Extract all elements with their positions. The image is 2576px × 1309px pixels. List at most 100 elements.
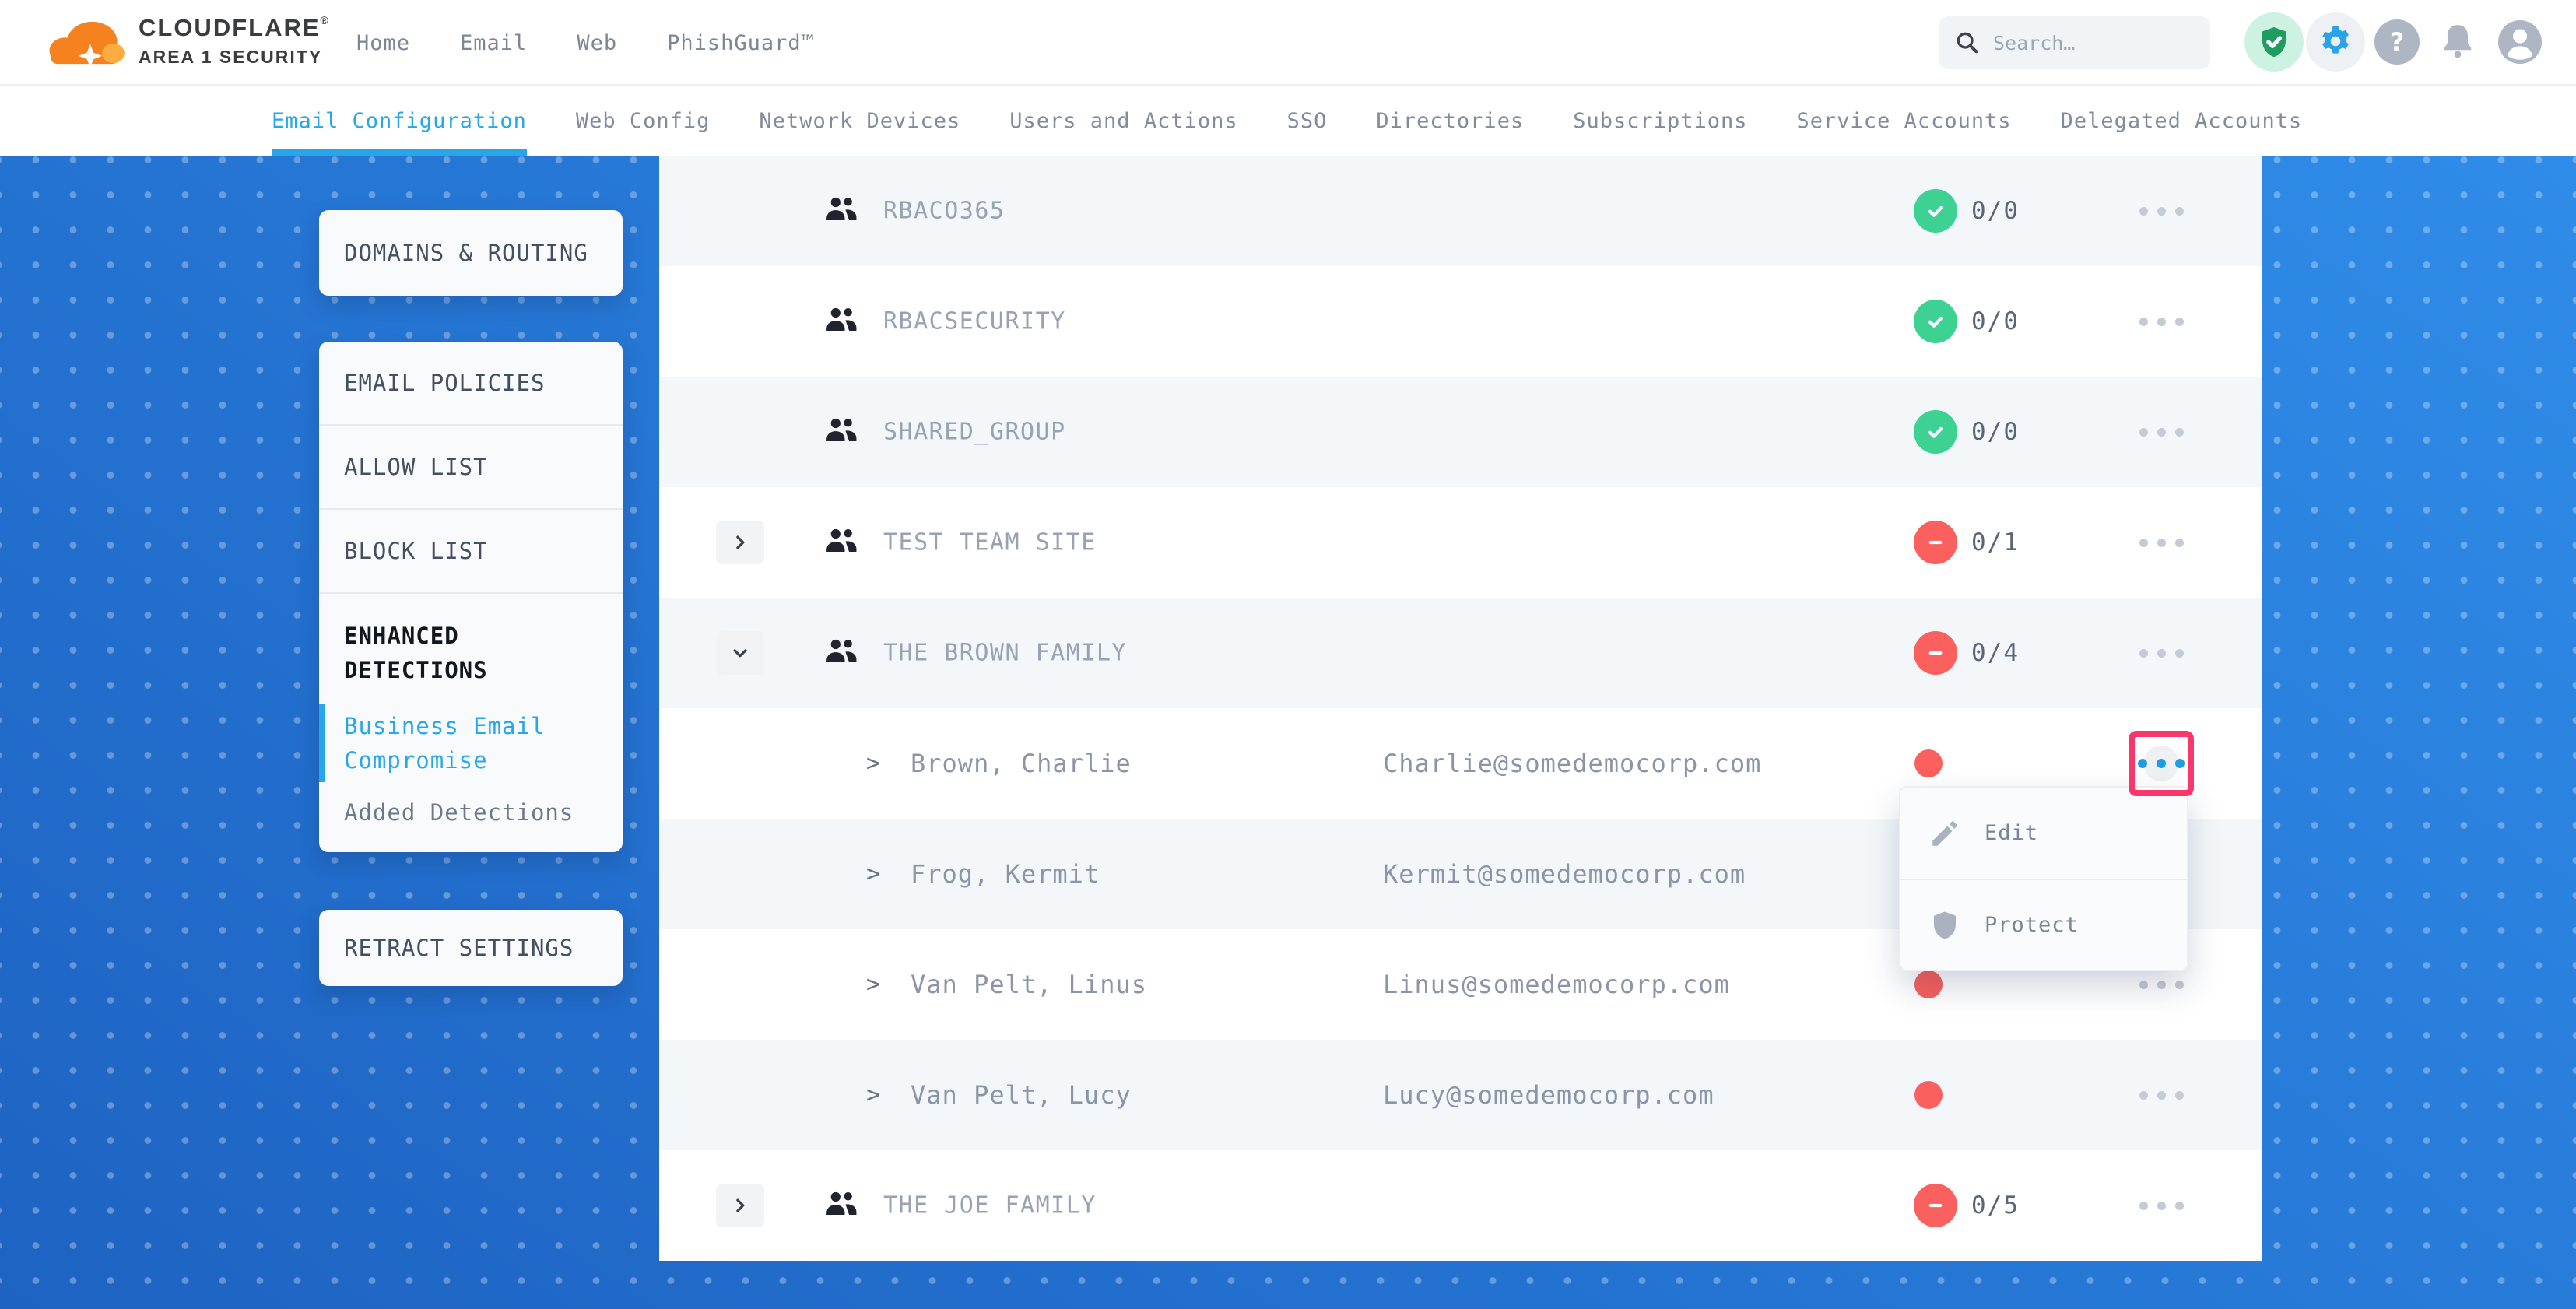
member-chevron: >: [866, 861, 880, 888]
sidebar-item-allow-list[interactable]: ALLOW LIST: [319, 426, 623, 510]
table-row: SHARED_GROUP 0/0: [659, 377, 2262, 487]
member-chevron: >: [866, 750, 880, 777]
tab-service-accounts[interactable]: Service Accounts: [1797, 86, 2012, 156]
status-fail-badge: [1914, 521, 1957, 564]
active-indicator-bar: [319, 704, 325, 782]
shield-icon: [1928, 909, 1961, 942]
sidebar-item-label: DOMAINS & ROUTING: [344, 240, 588, 266]
sidebar-item-email-policies[interactable]: EMAIL POLICIES: [319, 342, 623, 426]
protection-count: 0/0: [1971, 307, 2020, 335]
sidebar-item-domains-routing[interactable]: DOMAINS & ROUTING: [319, 210, 623, 296]
protection-count: 0/1: [1971, 528, 2020, 556]
group-name: THE BROWN FAMILY: [883, 640, 1127, 667]
table-row: RBACSECURITY 0/0: [659, 266, 2262, 377]
sidebar-section-enhanced-detections: ENHANCED DETECTIONS Business Email Compr…: [319, 594, 623, 826]
user-avatar-icon[interactable]: [2495, 17, 2545, 67]
nav-phishguard[interactable]: PhishGuard™: [667, 31, 815, 55]
row-actions-button[interactable]: [2122, 1072, 2200, 1118]
settings-gear-icon[interactable]: [2306, 12, 2365, 72]
status-fail-badge: [1914, 1184, 1957, 1227]
menu-item-label: Protect: [1985, 913, 2079, 937]
table-row: THE BROWN FAMILY 0/4: [659, 598, 2262, 708]
collapse-button[interactable]: [716, 631, 764, 675]
status-fail-badge: [1914, 631, 1957, 675]
sidebar-item-block-list[interactable]: BLOCK LIST: [319, 510, 623, 594]
nav-web[interactable]: Web: [577, 31, 617, 55]
member-name: Van Pelt, Lucy: [911, 1080, 1132, 1110]
group-name: THE JOE FAMILY: [883, 1192, 1097, 1220]
tab-web-config[interactable]: Web Config: [576, 86, 711, 156]
row-actions-button[interactable]: [2122, 298, 2200, 345]
member-email: Lucy@somedemocorp.com: [1383, 1080, 1714, 1110]
member-name: Brown, Charlie: [911, 749, 1132, 778]
sidebar-item-label: Business Email Compromise: [344, 713, 545, 774]
cloudflare-logo-icon: [43, 9, 128, 76]
search-icon: [1954, 30, 1981, 56]
protection-count: 0/5: [1971, 1191, 2020, 1220]
group-icon: [824, 637, 858, 669]
row-actions-button[interactable]: [2122, 409, 2200, 455]
status-alert-dot: [1914, 1081, 1943, 1109]
member-email: Linus@somedemocorp.com: [1383, 970, 1730, 999]
nav-email[interactable]: Email: [460, 31, 527, 55]
tab-subscriptions[interactable]: Subscriptions: [1573, 86, 1747, 156]
member-chevron: >: [866, 971, 880, 998]
tab-users-and-actions[interactable]: Users and Actions: [1009, 86, 1237, 156]
search-box[interactable]: [1939, 16, 2210, 69]
group-icon: [824, 306, 858, 337]
member-name: Frog, Kermit: [911, 859, 1100, 889]
shield-check-icon[interactable]: [2244, 12, 2304, 72]
groups-table: RBACO365 0/0 RBACSECURITY 0/0 SHARED_GRO…: [659, 156, 2262, 1261]
member-email: Kermit@somedemocorp.com: [1383, 859, 1746, 889]
status-pass-badge: [1914, 189, 1957, 233]
tab-sso[interactable]: SSO: [1287, 86, 1328, 156]
status-alert-dot: [1914, 970, 1943, 998]
menu-item-protect[interactable]: Protect: [1900, 879, 2187, 970]
row-actions-button[interactable]: [2122, 1182, 2200, 1229]
expand-button[interactable]: [716, 521, 764, 564]
sidebar-item-label: EMAIL POLICIES: [344, 370, 545, 396]
brand-text: CLOUDFLARE® AREA 1 SECURITY: [139, 14, 330, 68]
table-row: RBACO365 0/0: [659, 156, 2262, 266]
group-icon: [824, 1190, 858, 1221]
nav-home[interactable]: Home: [356, 31, 410, 55]
registered-mark: ®: [321, 14, 330, 26]
row-actions-button[interactable]: [2122, 188, 2200, 234]
group-name: SHARED_GROUP: [883, 419, 1066, 446]
group-name: RBACSECURITY: [883, 308, 1066, 335]
sidebar-item-label: RETRACT SETTINGS: [344, 935, 574, 961]
tab-directories[interactable]: Directories: [1376, 86, 1524, 156]
sidebar-item-label: Added Detections: [344, 799, 574, 826]
group-icon: [824, 195, 858, 226]
status-pass-badge: [1914, 410, 1957, 454]
tab-network-devices[interactable]: Network Devices: [759, 86, 960, 156]
table-row: THE JOE FAMILY 0/5: [659, 1150, 2262, 1261]
group-name: RBACO365: [883, 198, 1005, 225]
sidebar-item-business-email-compromise[interactable]: Business Email Compromise: [344, 709, 601, 777]
menu-item-edit[interactable]: Edit: [1900, 788, 2187, 879]
protection-count: 0/4: [1971, 639, 2020, 667]
primary-nav: Home Email Web PhishGuard™: [356, 0, 815, 86]
row-actions-button[interactable]: [2122, 630, 2200, 676]
sidebar-item-retract-settings[interactable]: RETRACT SETTINGS: [319, 910, 623, 986]
group-name: TEST TEAM SITE: [883, 529, 1097, 556]
notifications-bell-icon[interactable]: [2436, 20, 2479, 64]
table-row: TEST TEAM SITE 0/1: [659, 487, 2262, 598]
member-chevron: >: [866, 1082, 880, 1109]
pencil-icon: [1928, 817, 1961, 850]
expand-button[interactable]: [716, 1184, 764, 1227]
status-pass-badge: [1914, 300, 1957, 343]
sidebar-item-label: ALLOW LIST: [344, 454, 488, 480]
tab-delegated-accounts[interactable]: Delegated Accounts: [2061, 86, 2303, 156]
tab-email-configuration[interactable]: Email Configuration: [272, 86, 527, 156]
search-input[interactable]: [1993, 32, 2180, 54]
help-icon[interactable]: ?: [2374, 19, 2420, 65]
row-actions-button[interactable]: [2122, 519, 2200, 566]
top-bar: CLOUDFLARE® AREA 1 SECURITY Home Email W…: [0, 0, 2576, 86]
protection-count: 0/0: [1971, 197, 2020, 225]
secondary-nav: Email Configuration Web Config Network D…: [0, 86, 2576, 156]
highlight-annotation-box: [2129, 731, 2194, 796]
group-icon: [824, 527, 858, 558]
sidebar-policies-card: EMAIL POLICIES ALLOW LIST BLOCK LIST ENH…: [319, 342, 623, 852]
sidebar-item-added-detections[interactable]: Added Detections: [344, 799, 601, 826]
